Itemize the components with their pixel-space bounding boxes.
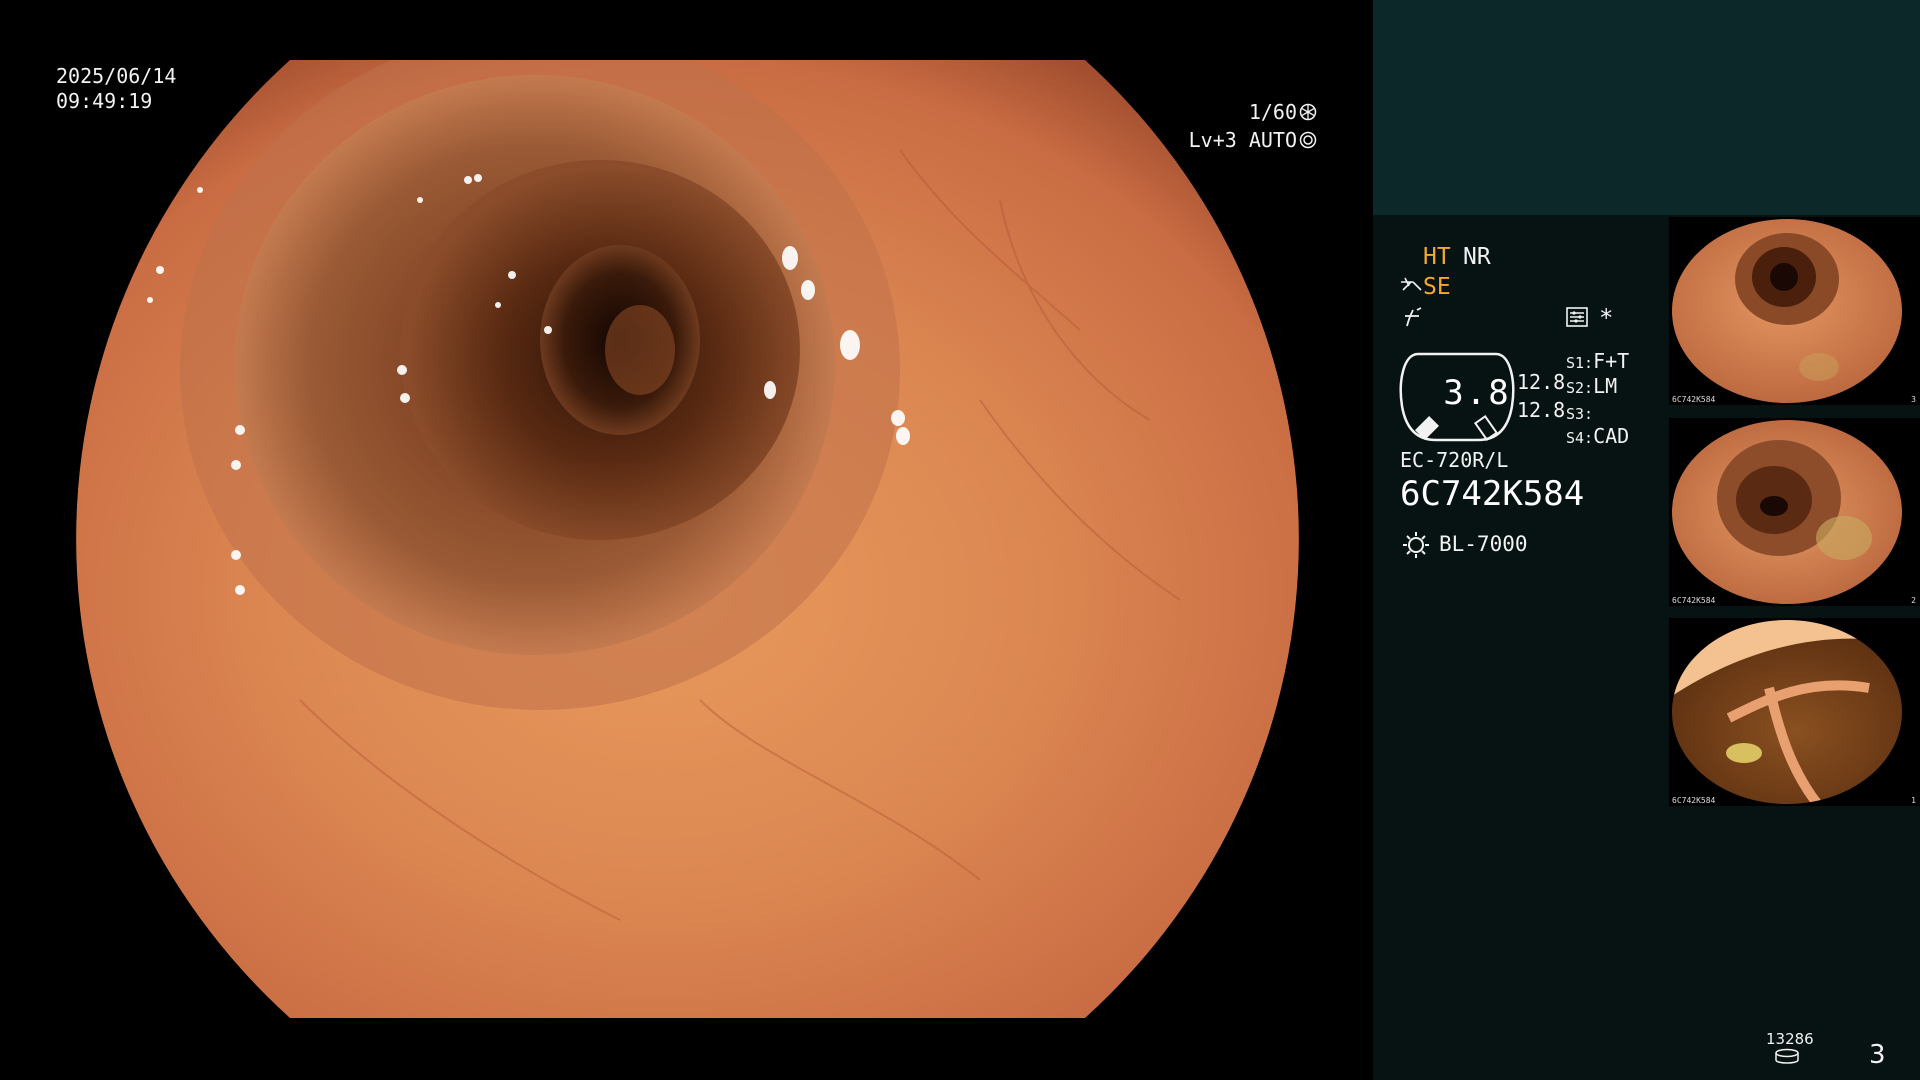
slot-s4: S4:CAD	[1566, 424, 1630, 448]
slot-s3: S3:	[1566, 405, 1594, 423]
side-panel: HT NR SE * 3.8 12.8 12.8 S1:F+T S2:LM S3…	[1373, 0, 1920, 1080]
mode-nr: NR	[1463, 244, 1491, 270]
scope-tip-icon	[1399, 276, 1423, 300]
zoom-value: 3.8	[1443, 373, 1511, 413]
image-count: 13286	[1766, 1030, 1814, 1048]
slot-s2: S2:LM	[1566, 374, 1618, 398]
freeze-icon	[1401, 306, 1423, 332]
thumbnail-serial-1: 6C742K584	[1672, 395, 1716, 404]
thumbnail-image-1	[1672, 219, 1902, 403]
endoscope-view: 2025/06/14 09:49:19 1/60 Lv+3 AUTO	[0, 0, 1373, 1080]
osd-level: Lv+3 AUTO	[1189, 126, 1317, 156]
aperture-icon	[1299, 100, 1317, 128]
endoscopic-image	[76, 60, 1299, 1018]
setting-value-1: 12.8	[1517, 370, 1566, 394]
scope-serial: 6C742K584	[1400, 474, 1585, 514]
osd-shutter: 1/60	[1249, 98, 1317, 128]
capture-thumbnail-1[interactable]: 6C742K584 3	[1669, 217, 1920, 405]
thumbnail-number-3: 1	[1911, 796, 1916, 805]
thumbnail-number-1: 3	[1911, 395, 1916, 404]
slot-s1: S1:F+T	[1566, 349, 1630, 373]
capture-thumbnail-3[interactable]: 6C742K584 1	[1669, 618, 1920, 806]
star-icon: *	[1599, 304, 1614, 332]
osd-time: 09:49:19	[56, 89, 153, 113]
shutter-speed: 1/60	[1248, 100, 1297, 124]
light-source-icon	[1401, 530, 1431, 564]
osd-date: 2025/06/14	[56, 64, 177, 88]
mode-ht: HT	[1423, 244, 1451, 270]
thumbnail-image-2	[1672, 420, 1902, 604]
thumbnail-number-2: 2	[1911, 596, 1916, 605]
iris-icon	[1299, 128, 1317, 156]
thumbnail-serial-3: 6C742K584	[1672, 796, 1716, 805]
page-number: 3	[1869, 1040, 1886, 1070]
mode-se: SE	[1423, 274, 1451, 300]
capture-thumbnail-2[interactable]: 6C742K584 2	[1669, 418, 1920, 606]
light-source: BL-7000	[1439, 532, 1528, 556]
storage-icon	[1774, 1048, 1800, 1070]
menu-icon	[1565, 306, 1589, 332]
side-panel-header	[1373, 0, 1920, 215]
scope-model: EC-720R/L	[1400, 448, 1509, 472]
thumbnail-image-3	[1672, 620, 1902, 804]
thumbnail-serial-2: 6C742K584	[1672, 596, 1716, 605]
setting-value-2: 12.8	[1517, 398, 1566, 422]
brightness-level: Lv+3 AUTO	[1188, 128, 1297, 152]
